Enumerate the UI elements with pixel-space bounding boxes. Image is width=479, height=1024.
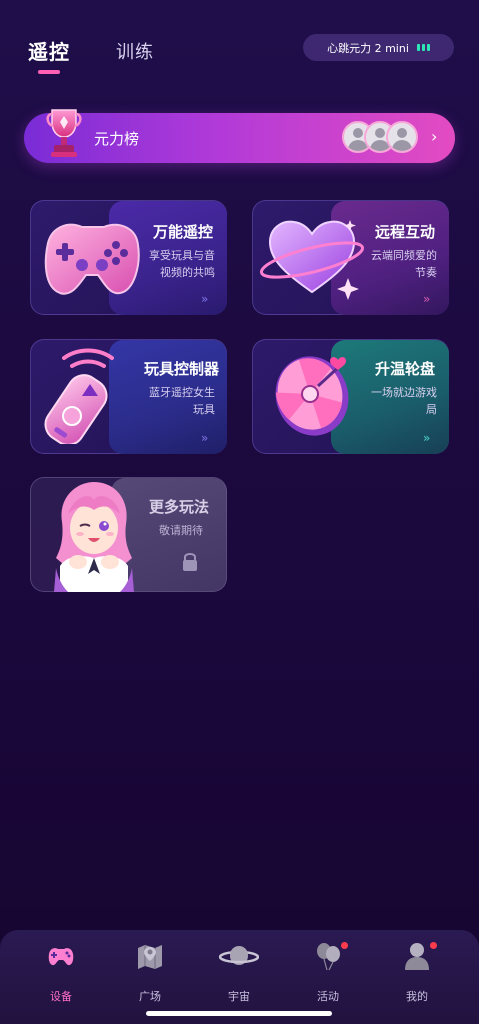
gamepad-icon xyxy=(44,223,140,295)
chevron-double-right-icon: » xyxy=(201,431,209,445)
nav-universe[interactable]: 宇宙 xyxy=(209,940,269,1004)
chevron-double-right-icon: » xyxy=(201,292,209,306)
battery-icon xyxy=(416,44,430,51)
avatar xyxy=(386,121,418,153)
nav-label: 设备 xyxy=(50,990,72,1003)
home-indicator[interactable] xyxy=(146,1011,332,1016)
nav-devices[interactable]: 设备 xyxy=(31,940,91,1004)
nav-activity[interactable]: 活动 xyxy=(298,940,358,1004)
chevron-right-icon: › xyxy=(431,127,438,146)
notification-dot xyxy=(341,942,348,949)
chevron-double-right-icon: » xyxy=(423,431,431,445)
chevron-double-right-icon: » xyxy=(423,292,431,306)
active-tab-indicator xyxy=(38,70,60,74)
top-header: 遥控 训练 心跳元力 2 mini xyxy=(0,0,479,90)
nav-profile[interactable]: 我的 xyxy=(387,940,447,1004)
gamepad-nav-icon xyxy=(48,948,74,966)
nav-label: 活动 xyxy=(317,990,339,1003)
wheel-icon xyxy=(275,356,349,436)
notification-dot xyxy=(430,942,437,949)
card-subtitle: 蓝牙遥控女生 玩具 xyxy=(149,386,215,416)
remote-icon xyxy=(44,348,114,444)
heart-icon xyxy=(259,220,365,300)
ranking-label: 元力榜 xyxy=(94,130,140,148)
profile-icon xyxy=(405,943,429,970)
nav-label: 宇宙 xyxy=(228,990,250,1003)
card-title: 玩具控制器 xyxy=(143,360,219,378)
nav-label: 我的 xyxy=(406,990,428,1003)
lock-icon xyxy=(183,553,197,571)
device-name: 心跳元力 2 mini xyxy=(327,41,409,55)
tab-remote[interactable]: 遥控 xyxy=(28,36,70,65)
balloon-icon xyxy=(317,943,340,971)
nav-square[interactable]: 广场 xyxy=(120,940,180,1004)
device-status-pill[interactable]: 心跳元力 2 mini xyxy=(303,34,454,61)
tab-training[interactable]: 训练 xyxy=(116,38,154,64)
nav-label: 广场 xyxy=(139,990,161,1003)
planet-icon xyxy=(218,946,260,965)
trophy-icon xyxy=(46,109,82,157)
map-icon xyxy=(138,945,162,969)
ranking-avatars xyxy=(342,121,418,153)
card-title: 更多玩法 xyxy=(148,498,209,516)
anime-girl-illustration xyxy=(54,482,134,592)
